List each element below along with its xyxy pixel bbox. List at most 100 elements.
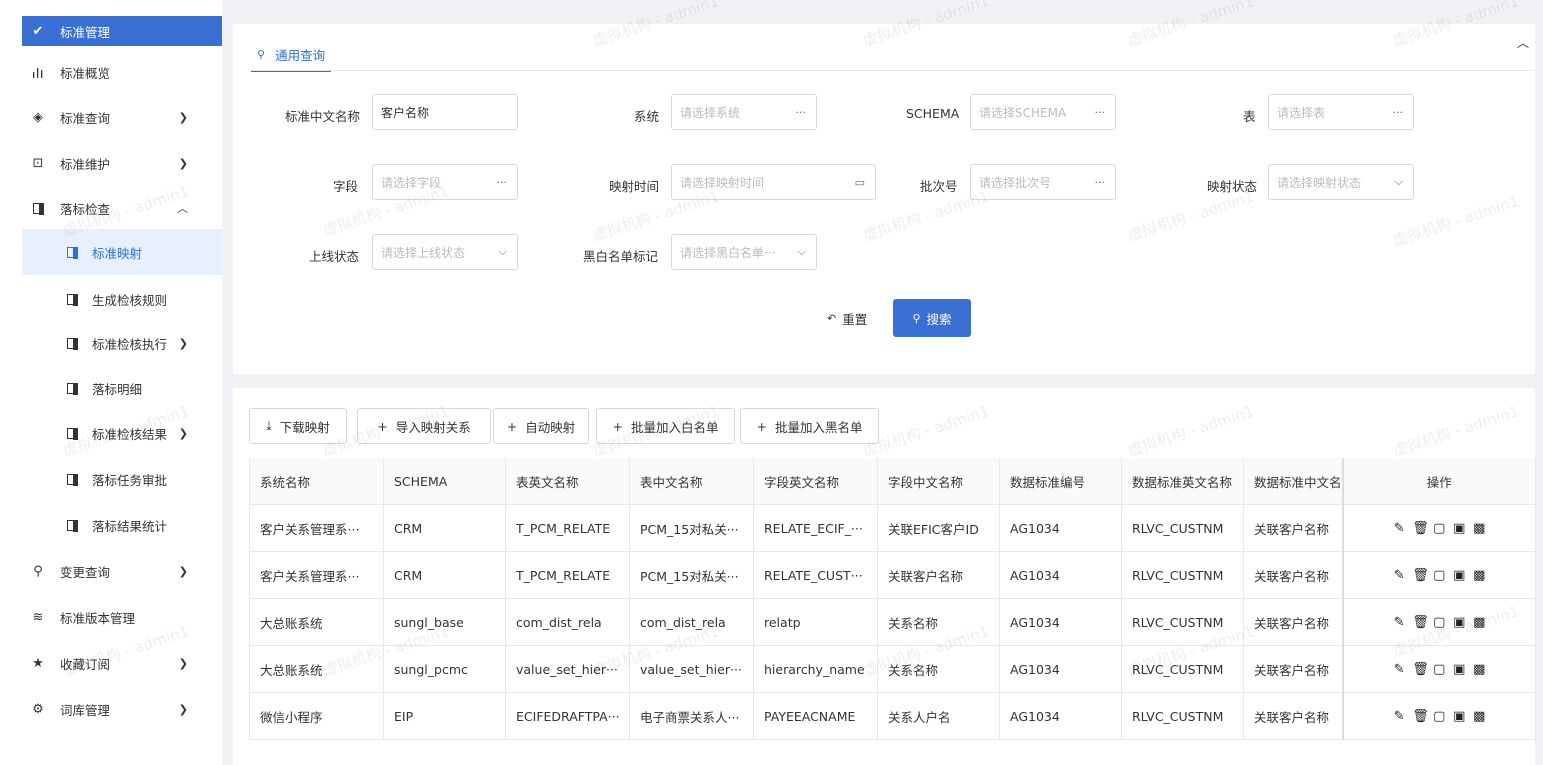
sidebar-item-change-query[interactable]: ⚲ 变更查询 ❯ — [22, 548, 222, 594]
sidebar-item-favorites[interactable]: ★ 收藏订阅 ❯ — [22, 640, 222, 686]
import-mapping-button[interactable]: + 导入映射关系 — [357, 408, 491, 444]
sidebar-item-query[interactable]: ◈ 标准查询 ❯ — [22, 94, 222, 140]
table-cell: 关联客户名称 — [1243, 645, 1343, 693]
bw-flag-select[interactable]: 请选择黑白名单··· ⌵ — [671, 234, 817, 270]
row-actions: ✎ 🗑 ▢ ▣ ▩ — [1341, 504, 1536, 552]
col-header: 数据标准英文名称 — [1121, 458, 1244, 505]
auto-mapping-button[interactable]: + 自动映射 — [493, 408, 589, 444]
batch-whitelist-button[interactable]: + 批量加入白名单 — [596, 408, 735, 444]
ellipsis-icon: ··· — [1094, 175, 1106, 189]
table-cell: T_PCM_RELATE — [505, 504, 630, 552]
table-cell: RLVC_CUSTNM — [1121, 551, 1244, 599]
download-mapping-button[interactable]: ⤓ 下载映射 — [249, 408, 347, 444]
map-status-label: 映射状态 — [1207, 179, 1258, 194]
delete-icon[interactable]: 🗑 — [1412, 662, 1429, 677]
clipboard-icon[interactable]: ▣ — [1452, 521, 1466, 536]
plus-icon: + — [756, 418, 767, 434]
chevron-down-icon: ❯ — [178, 110, 188, 124]
collapse-icon[interactable]: ︿ — [1517, 34, 1529, 51]
sidebar-item-label: 生成检核规则 — [92, 292, 168, 308]
batch-label: 批次号 — [920, 179, 958, 194]
copy-icon[interactable]: ▢ — [1432, 568, 1446, 583]
copy-icon[interactable]: ▢ — [1432, 521, 1446, 536]
map-status-select[interactable]: 请选择映射状态 ⌵ — [1268, 164, 1414, 200]
table-cell: relatp — [753, 598, 878, 646]
cn-name-input[interactable]: 客户名称 — [372, 94, 518, 130]
table-cell: RELATE_CUST··· — [753, 551, 878, 599]
sidebar-item-mapping[interactable]: 标准映射 — [22, 229, 222, 275]
sidebar-item-version[interactable]: ≋ 标准版本管理 — [22, 594, 222, 640]
delete-icon[interactable]: 🗑 — [1412, 615, 1429, 630]
table-cell: value_set_hier··· — [505, 645, 630, 693]
chart-icon[interactable]: ▩ — [1472, 615, 1486, 630]
sidebar-item-detail[interactable]: 落标明细 — [22, 365, 222, 411]
table-select[interactable]: 请选择表 ··· — [1268, 94, 1414, 130]
chart-icon[interactable]: ▩ — [1472, 709, 1486, 724]
batch-blacklist-button[interactable]: + 批量加入黑名单 — [740, 408, 879, 444]
layers-icon: ≋ — [32, 609, 44, 625]
table-cell: 关联客户名称 — [1243, 551, 1343, 599]
sidebar-item-check-exec[interactable]: 标准检核执行 ❯ — [22, 320, 222, 366]
ellipsis-icon: ··· — [496, 175, 508, 189]
table-label: 表 — [1243, 109, 1256, 124]
edit-icon[interactable]: ✎ — [1392, 662, 1406, 677]
copy-icon[interactable]: ▢ — [1432, 709, 1446, 724]
ellipsis-icon: ··· — [1392, 105, 1404, 119]
online-status-select[interactable]: 请选择上线状态 ⌵ — [372, 234, 518, 270]
search-button[interactable]: ⚲ 搜索 — [893, 299, 971, 337]
reset-button[interactable]: ↶ 重置 — [827, 304, 867, 332]
sidebar-item-maintain[interactable]: ⊡ 标准维护 ❯ — [22, 140, 222, 186]
batch-select[interactable]: 请选择批次号 ··· — [970, 164, 1116, 200]
sidebar-item-overview[interactable]: 标准概览 — [22, 49, 222, 95]
clipboard-icon[interactable]: ▣ — [1452, 615, 1466, 630]
table-cell: T_PCM_RELATE — [505, 551, 630, 599]
edit-icon[interactable]: ✎ — [1392, 568, 1406, 583]
sidebar-item-standard-management[interactable]: ✔ 标准管理 — [22, 16, 222, 46]
col-header: 数据标准编号 — [999, 458, 1122, 505]
sidebar-item-label: 落标明细 — [92, 381, 143, 397]
search-icon: ⚲ — [33, 563, 43, 579]
copy-icon[interactable]: ▢ — [1432, 615, 1446, 630]
chevron-down-icon: ❯ — [178, 426, 188, 440]
edit-icon[interactable]: ✎ — [1392, 615, 1406, 630]
box-icon: ⊡ — [32, 155, 44, 171]
clipboard-icon[interactable]: ▣ — [1452, 568, 1466, 583]
schema-select[interactable]: 请选择SCHEMA ··· — [970, 94, 1116, 130]
table-cell: 关联客户名称 — [1243, 598, 1343, 646]
sidebar-item-approval[interactable]: 落标任务审批 — [22, 456, 222, 502]
delete-icon[interactable]: 🗑 — [1412, 568, 1429, 583]
copy-icon[interactable]: ▢ — [1432, 662, 1446, 677]
delete-icon[interactable]: 🗑 — [1412, 521, 1429, 536]
tab-general-query[interactable]: ⚲ 通用查询 — [251, 38, 332, 72]
sidebar-item-check[interactable]: 落标检查 ︿ — [22, 185, 222, 231]
sidebar-item-check-result[interactable]: 标准检核结果 ❯ — [22, 410, 222, 456]
system-select[interactable]: 请选择系统 ··· — [671, 94, 817, 130]
sidebar-item-lexicon[interactable]: ⚙ 词库管理 ❯ — [22, 686, 222, 732]
edit-icon[interactable]: ✎ — [1392, 709, 1406, 724]
chart-icon[interactable]: ▩ — [1472, 568, 1486, 583]
target-icon: ◈ — [33, 109, 43, 125]
table-cell: hierarchy_name — [753, 645, 878, 693]
table-cell: sungl_base — [383, 598, 506, 646]
sidebar-item-label: 标准版本管理 — [60, 610, 136, 626]
chart-icon[interactable]: ▩ — [1472, 662, 1486, 677]
sidebar-item-label: 标准概览 — [60, 65, 111, 81]
clipboard-icon[interactable]: ▣ — [1452, 662, 1466, 677]
delete-icon[interactable]: 🗑 — [1412, 709, 1429, 724]
sidebar-item-label: 标准检核结果 — [92, 426, 168, 442]
table-cell: RLVC_CUSTNM — [1121, 692, 1244, 740]
chart-icon[interactable]: ▩ — [1472, 521, 1486, 536]
map-time-picker[interactable]: 请选择映射时间 ▭ — [671, 164, 876, 200]
bar-chart-icon — [30, 64, 46, 80]
sidebar-item-label: 词库管理 — [60, 702, 111, 718]
table-row: 微信小程序 EIP ECIFEDRAFTPA··· 电子商票关系人··· PAYEEAC… — [249, 692, 1536, 740]
field-select[interactable]: 请选择字段 ··· — [372, 164, 518, 200]
col-header: 表中文名称 — [629, 458, 754, 505]
sidebar-item-label: 标准映射 — [92, 245, 143, 261]
sidebar-item-gen-rules[interactable]: 生成检核规则 — [22, 276, 222, 322]
sidebar-item-stats[interactable]: 落标结果统计 — [22, 502, 222, 548]
table-cell: 关系名称 — [877, 645, 1000, 693]
clipboard-icon[interactable]: ▣ — [1452, 709, 1466, 724]
table-cell: PCM_15对私关··· — [629, 551, 754, 599]
edit-icon[interactable]: ✎ — [1392, 521, 1406, 536]
